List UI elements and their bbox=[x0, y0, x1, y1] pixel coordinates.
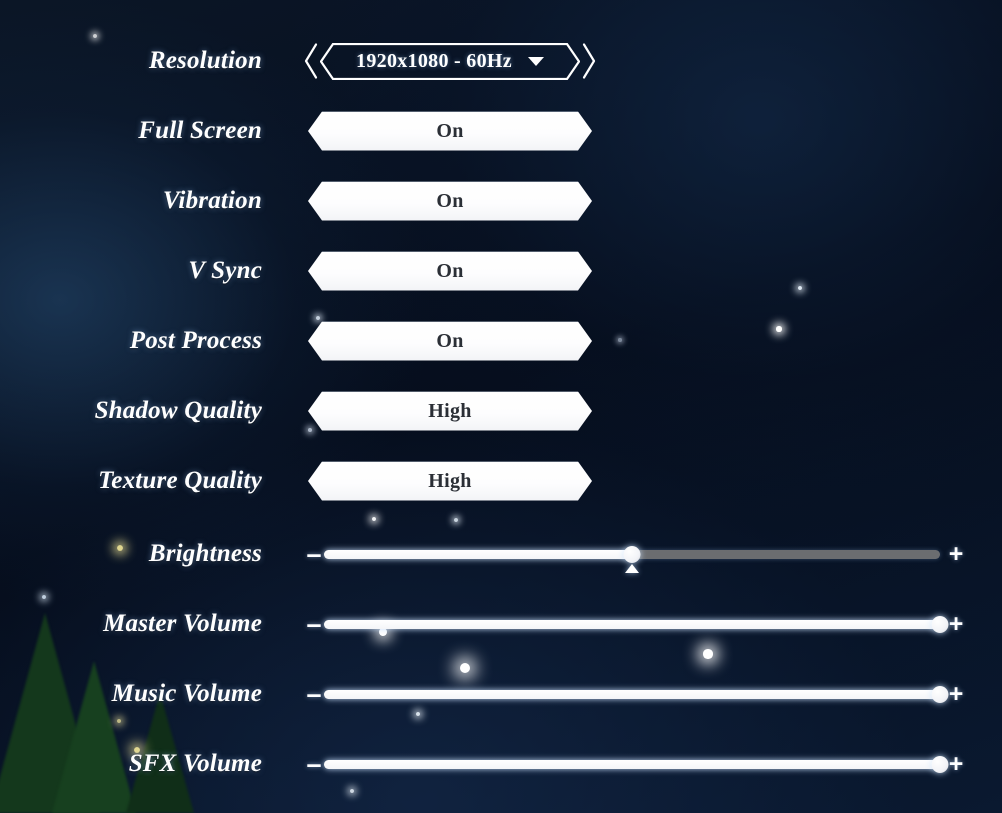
setting-row-resolution: Resolution 1920x1080 - 60Hz bbox=[0, 40, 1002, 82]
control-brightness: – + bbox=[304, 537, 966, 573]
select-button-texture-quality[interactable]: High bbox=[308, 462, 592, 501]
control-master-volume: – + bbox=[304, 607, 966, 641]
slider-fill-master-volume bbox=[324, 619, 940, 629]
star-particle bbox=[371, 516, 377, 522]
setting-row-brightness: Brightness – + bbox=[0, 533, 1002, 575]
star-particle bbox=[349, 788, 355, 794]
chevron-right-icon[interactable] bbox=[582, 43, 596, 80]
decrement-button-brightness[interactable]: – bbox=[304, 540, 324, 568]
slider-sfx-volume[interactable] bbox=[324, 747, 949, 781]
control-resolution: 1920x1080 - 60Hz bbox=[304, 42, 596, 80]
toggle-button-v-sync[interactable]: On bbox=[308, 252, 592, 291]
star-particle bbox=[460, 663, 470, 673]
setting-label-post-process: Post Process bbox=[129, 327, 262, 354]
setting-row-shadow-quality: Shadow Quality High bbox=[0, 390, 1002, 432]
setting-label-full-screen: Full Screen bbox=[138, 117, 262, 144]
control-vibration: On bbox=[308, 182, 592, 221]
setting-label-master-volume: Master Volume bbox=[103, 610, 262, 637]
setting-value-full-screen: On bbox=[436, 119, 464, 142]
chevron-down-icon[interactable] bbox=[527, 56, 544, 66]
setting-row-texture-quality: Texture Quality High bbox=[0, 460, 1002, 502]
setting-row-vibration: Vibration On bbox=[0, 180, 1002, 222]
control-texture-quality: High bbox=[308, 462, 592, 501]
decrement-button-sfx-volume[interactable]: – bbox=[304, 750, 324, 778]
star-particle bbox=[116, 718, 122, 724]
setting-value-v-sync: On bbox=[436, 259, 464, 282]
slider-knob-brightness[interactable] bbox=[623, 545, 641, 563]
slider-fill-sfx-volume bbox=[324, 759, 940, 769]
setting-row-v-sync: V Sync On bbox=[0, 250, 1002, 292]
control-shadow-quality: High bbox=[308, 392, 592, 431]
slider-master-volume[interactable] bbox=[324, 607, 949, 641]
resolution-dropdown[interactable]: 1920x1080 - 60Hz bbox=[304, 42, 596, 80]
slider-brightness[interactable] bbox=[324, 537, 940, 573]
setting-label-vibration: Vibration bbox=[162, 187, 262, 214]
increment-button-master-volume[interactable]: + bbox=[946, 611, 966, 637]
increment-button-brightness[interactable]: + bbox=[946, 541, 966, 567]
setting-label-music-volume: Music Volume bbox=[111, 680, 262, 707]
toggle-button-post-process[interactable]: On bbox=[308, 322, 592, 361]
chevron-left-icon[interactable] bbox=[304, 43, 318, 80]
slider-fill-music-volume bbox=[324, 689, 940, 699]
setting-row-full-screen: Full Screen On bbox=[0, 110, 1002, 152]
star-particle bbox=[703, 649, 713, 659]
star-particle bbox=[93, 34, 97, 38]
control-music-volume: – + bbox=[304, 677, 966, 711]
setting-value-post-process: On bbox=[436, 329, 464, 352]
setting-label-sfx-volume: SFX Volume bbox=[128, 750, 262, 777]
decrement-button-master-volume[interactable]: – bbox=[304, 610, 324, 638]
star-particle bbox=[41, 594, 47, 600]
setting-label-shadow-quality: Shadow Quality bbox=[94, 397, 262, 424]
setting-row-master-volume: Master Volume – + bbox=[0, 603, 1002, 645]
control-sfx-volume: – + bbox=[304, 747, 966, 781]
setting-label-brightness: Brightness bbox=[148, 540, 262, 567]
decrement-button-music-volume[interactable]: – bbox=[304, 680, 324, 708]
toggle-button-vibration[interactable]: On bbox=[308, 182, 592, 221]
slider-knob-music-volume[interactable] bbox=[931, 685, 949, 703]
slider-music-volume[interactable] bbox=[324, 677, 949, 711]
slider-knob-sfx-volume[interactable] bbox=[931, 755, 949, 773]
setting-label-resolution: Resolution bbox=[148, 47, 262, 74]
increment-button-music-volume[interactable]: + bbox=[946, 681, 966, 707]
toggle-button-full-screen[interactable]: On bbox=[308, 112, 592, 151]
resolution-value: 1920x1080 - 60Hz bbox=[356, 49, 512, 72]
star-particle bbox=[454, 518, 458, 522]
select-button-shadow-quality[interactable]: High bbox=[308, 392, 592, 431]
slider-knob-master-volume[interactable] bbox=[931, 615, 949, 633]
slider-fill-brightness bbox=[324, 549, 632, 559]
control-full-screen: On bbox=[308, 112, 592, 151]
setting-value-texture-quality: High bbox=[428, 469, 472, 492]
slider-default-marker-brightness bbox=[625, 564, 639, 573]
setting-value-vibration: On bbox=[436, 189, 464, 212]
increment-button-sfx-volume[interactable]: + bbox=[946, 751, 966, 777]
setting-row-sfx-volume: SFX Volume – + bbox=[0, 743, 1002, 785]
control-v-sync: On bbox=[308, 252, 592, 291]
settings-screen: Resolution 1920x1080 - 60Hz Full Screen On V… bbox=[0, 0, 1002, 813]
setting-row-post-process: Post Process On bbox=[0, 320, 1002, 362]
setting-row-music-volume: Music Volume – + bbox=[0, 673, 1002, 715]
setting-label-texture-quality: Texture Quality bbox=[98, 467, 262, 494]
setting-value-shadow-quality: High bbox=[428, 399, 472, 422]
control-post-process: On bbox=[308, 322, 592, 361]
setting-label-v-sync: V Sync bbox=[188, 257, 262, 284]
